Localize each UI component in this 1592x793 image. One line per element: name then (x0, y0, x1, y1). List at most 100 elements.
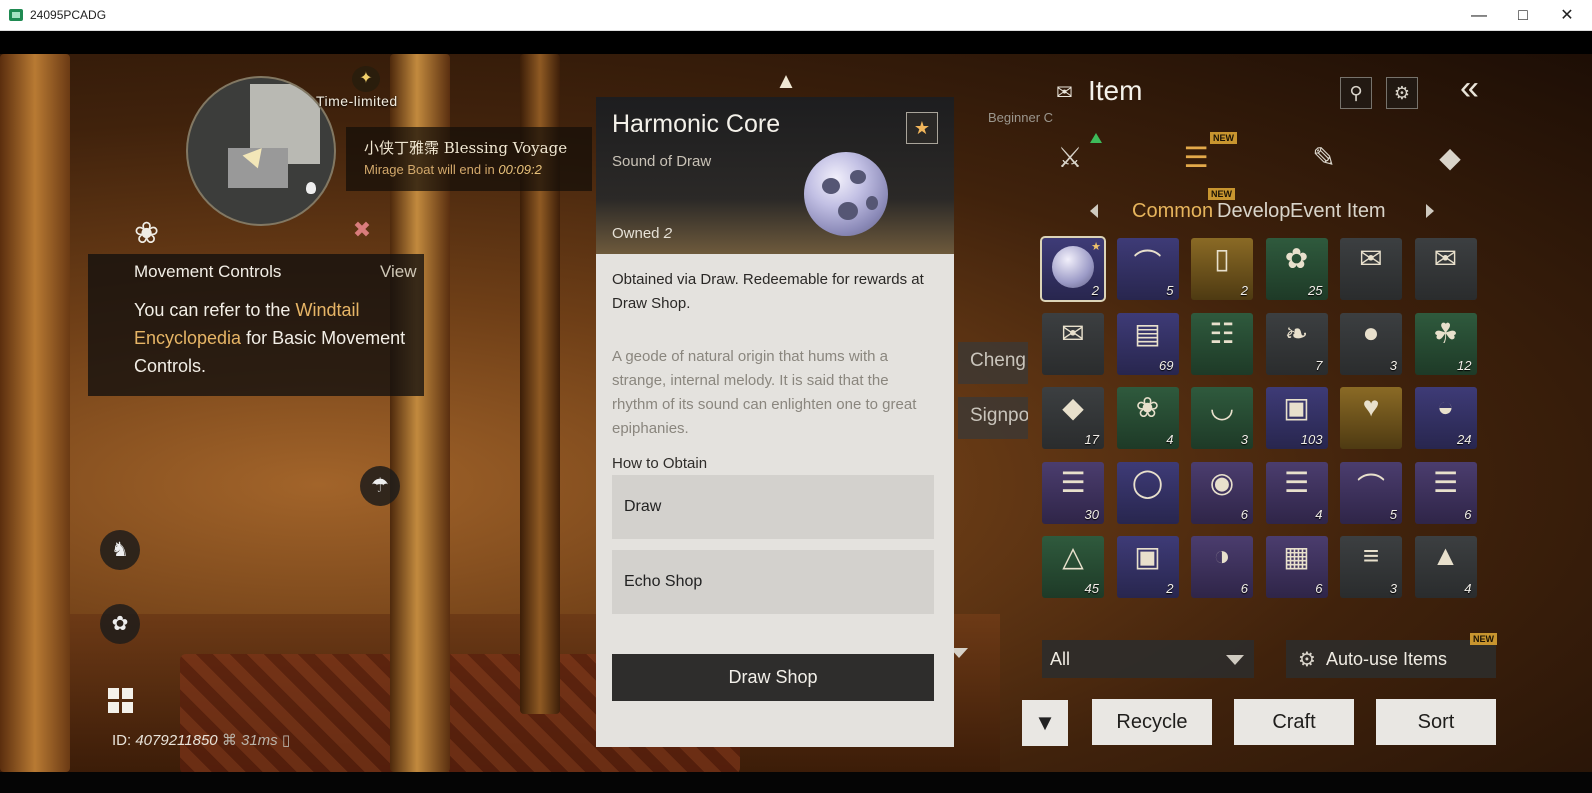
map-scroll-icon: ☰ (1432, 466, 1459, 498)
horse-icon[interactable]: ♞ (100, 530, 140, 570)
item-subtitle: Sound of Draw (612, 153, 712, 170)
favorite-star-button[interactable]: ★ (906, 112, 938, 144)
subtab-prev-icon[interactable] (1090, 204, 1098, 218)
item-quantity: 4 (1166, 432, 1174, 447)
inventory-slot[interactable]: ❧ 7 (1265, 312, 1328, 375)
inventory-slot[interactable]: ❀ 4 (1116, 387, 1179, 449)
item-quantity: 3 (1240, 432, 1248, 447)
inventory-slot[interactable]: ☰ 4 (1265, 461, 1328, 524)
item-quantity: 6 (1240, 506, 1248, 522)
inventory-slot[interactable]: ◒ 24 (1414, 387, 1477, 449)
letter-icon: ✉ (1061, 317, 1085, 349)
back-icon[interactable]: « (1460, 70, 1518, 106)
tab-scroll-icon[interactable]: ✎ (1302, 136, 1346, 180)
subtab-next-icon[interactable] (1426, 204, 1434, 218)
tip-body: You can refer to the Windtail Encycloped… (134, 296, 424, 380)
item-quantity: 4 (1315, 506, 1323, 522)
item-quantity: 3 (1389, 581, 1397, 596)
inventory-slot[interactable]: ⌒ 5 (1340, 461, 1402, 524)
menu-grid-icon[interactable] (108, 688, 134, 714)
inventory-slot[interactable]: ⌒ 5 (1116, 238, 1179, 300)
inventory-slot[interactable]: ♥ (1340, 387, 1402, 449)
pouch-icon: △ (1062, 541, 1084, 572)
filter-list-button[interactable]: ▼ (1022, 700, 1068, 746)
draw-shop-button[interactable]: Draw Shop (612, 654, 934, 701)
close-button[interactable]: ✕ (1544, 0, 1590, 31)
inventory-slot[interactable]: ✿ 25 (1265, 238, 1328, 300)
bottom-bar (0, 772, 1592, 793)
inventory-slot[interactable]: ▣ 103 (1265, 387, 1328, 449)
event-title: 小侠丁雅霈 Blessing Voyage (364, 139, 568, 157)
inventory-slot[interactable]: ● 3 (1340, 312, 1402, 375)
inventory-slot[interactable]: △ 45 (1042, 536, 1104, 598)
listen-icon[interactable]: ✿ (100, 604, 140, 644)
inventory-slot[interactable]: ◆ 17 (1042, 387, 1104, 449)
filter-dropdown[interactable]: All (1042, 640, 1254, 678)
recycle-button[interactable]: Recycle (1092, 699, 1212, 745)
obtain-source-echo-shop[interactable]: Echo Shop (612, 550, 934, 614)
item-quantity: 5 (1389, 506, 1397, 522)
auto-use-label: Auto-use Items (1326, 649, 1448, 669)
signpost-chip[interactable]: Signpos (958, 397, 1028, 439)
tip-view-link[interactable]: View (380, 262, 417, 282)
inventory-slot[interactable]: ▣ 2 (1116, 536, 1179, 598)
crane-icon: ❀ (134, 217, 160, 250)
battery-icon: ▯ (281, 732, 291, 749)
subtab-event-item[interactable]: Event Item (1290, 200, 1386, 223)
hat-icon[interactable]: ▲ (770, 66, 802, 96)
movement-tip-panel: Movement Controls View You can refer to … (88, 254, 424, 396)
item-quantity: 69 (1159, 357, 1174, 373)
inventory-slot[interactable]: ✉ (1340, 238, 1402, 300)
crossed-swords-icon[interactable]: ✖ (348, 216, 376, 244)
subtab-develop[interactable]: Develop (1217, 200, 1290, 223)
ping-value: 31ms (241, 732, 278, 749)
inventory-slot[interactable]: ★ 2 (1040, 236, 1106, 302)
obtain-source-draw[interactable]: Draw (612, 475, 934, 539)
maximize-button[interactable]: □ (1500, 0, 1546, 31)
inventory-slot[interactable]: ▲ 4 (1414, 536, 1477, 598)
glide-icon[interactable]: ☂ (360, 466, 400, 506)
item-quantity: 6 (1315, 581, 1323, 596)
inventory-slot[interactable]: ☰ 30 (1042, 461, 1104, 524)
inventory-slot[interactable]: ✉ (1414, 238, 1477, 300)
craft-button[interactable]: Craft (1234, 699, 1354, 745)
inventory-slot[interactable]: ▦ 6 (1265, 536, 1328, 598)
chest-purple-icon: ▤ (1134, 317, 1161, 349)
tip-heading: Movement Controls (134, 262, 282, 281)
inventory-slot[interactable]: ▯ 2 (1191, 238, 1253, 300)
how-to-obtain-heading: How to Obtain (612, 455, 708, 472)
subtab-common[interactable]: Common (1132, 200, 1213, 223)
wooden-chest-icon: ▦ (1283, 541, 1310, 572)
item-quantity: 12 (1457, 357, 1472, 373)
minimize-button[interactable]: — (1456, 0, 1502, 31)
event-countdown: Mirage Boat will end in 00:09:2 (364, 162, 542, 177)
minimap[interactable] (186, 76, 336, 226)
tab-equipment-icon[interactable]: ⚔ (1048, 136, 1092, 180)
npc-chip[interactable]: Cheng Y (958, 342, 1028, 384)
inventory-slot[interactable]: ▤ 69 (1116, 312, 1179, 375)
inventory-slot[interactable]: ◯ (1116, 461, 1179, 524)
inventory-slot[interactable]: ◉ 6 (1191, 461, 1253, 524)
status-id: 4079211850 (135, 732, 218, 749)
tab-gem-icon[interactable]: ◆ (1428, 136, 1472, 180)
inventory-slot[interactable]: ≡ 3 (1340, 536, 1402, 598)
item-quantity: 4 (1464, 581, 1472, 596)
inventory-slot[interactable]: ✉ (1042, 312, 1104, 375)
item-quantity: 2 (1240, 283, 1248, 298)
inventory-slot[interactable]: ◡ 3 (1191, 387, 1253, 449)
inventory-slot[interactable]: ◑ 6 (1191, 536, 1253, 598)
inventory-slot[interactable]: ☘ 12 (1414, 312, 1477, 375)
horn-icon: ⌒ (1356, 471, 1385, 503)
inventory-slot[interactable]: ☰ 6 (1414, 461, 1477, 524)
time-limited-event-icon[interactable]: ✦ (352, 66, 380, 92)
new-badge: NEW (1210, 132, 1237, 144)
auto-use-items-button[interactable]: ⚙ Auto-use Items (1286, 640, 1496, 678)
stew-icon: ◒ (1437, 391, 1454, 422)
sort-button[interactable]: Sort (1376, 699, 1496, 745)
search-button[interactable]: ⚲ (1340, 77, 1372, 109)
inventory-slot[interactable]: ☷ (1191, 312, 1253, 375)
wifi-icon: ⌘ (221, 732, 237, 749)
settings-button[interactable]: ⚙ (1386, 77, 1418, 109)
item-quantity: 103 (1300, 432, 1323, 447)
event-banner[interactable]: 小侠丁雅霈 Blessing Voyage Mirage Boat will e… (346, 127, 592, 191)
